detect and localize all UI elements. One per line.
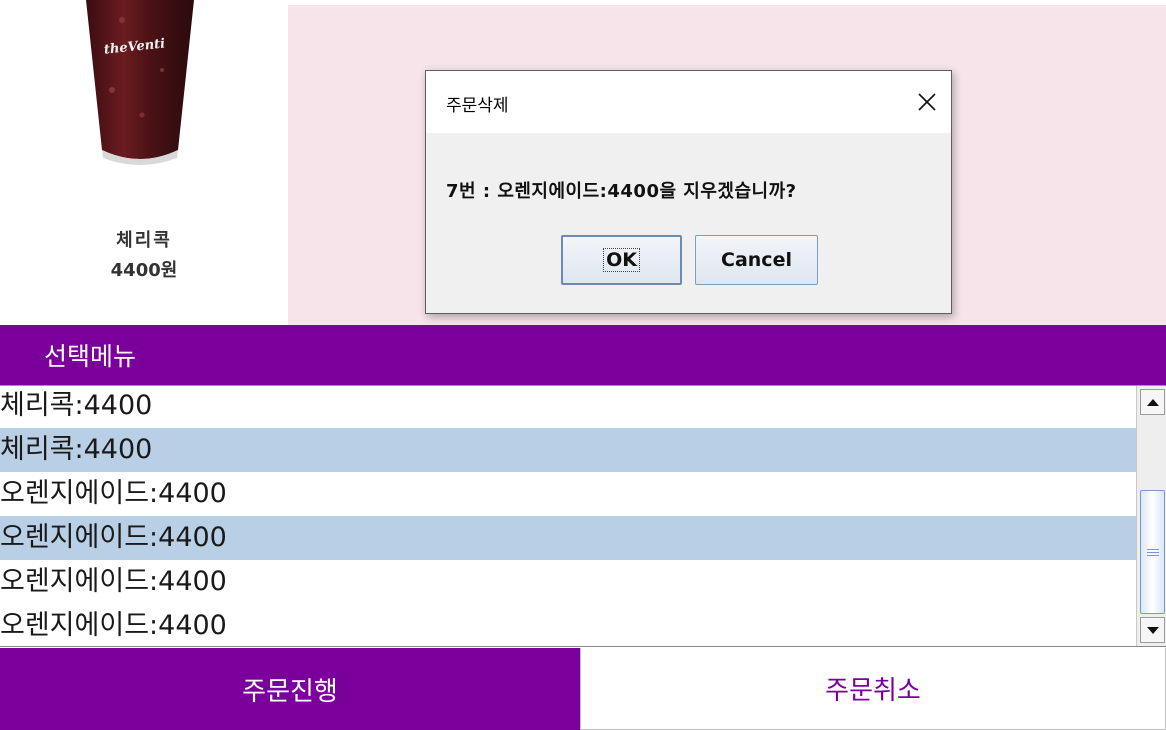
- list-item[interactable]: 체리콕:4400: [0, 386, 1136, 428]
- product-price: 4400원: [110, 260, 178, 281]
- product-name: 체리콕: [116, 230, 172, 251]
- dialog-titlebar[interactable]: 주문삭제: [426, 71, 951, 133]
- list-item[interactable]: 오렌지에이드:4400: [0, 560, 1136, 604]
- scroll-down-button[interactable]: [1140, 617, 1165, 643]
- scroll-up-button[interactable]: [1140, 389, 1165, 415]
- grip-icon: [1147, 552, 1159, 553]
- list-item[interactable]: 오렌지에이드:4400: [0, 604, 1136, 646]
- cancel-order-button[interactable]: 주문취소: [580, 648, 1166, 730]
- delete-order-dialog: 주문삭제 7번 : 오렌지에이드:4400을 지우겠습니까? OK Cancel: [425, 70, 952, 314]
- arrow-up-icon: [1147, 399, 1159, 406]
- list-item[interactable]: 체리콕:4400: [0, 428, 1136, 472]
- cancel-button[interactable]: Cancel: [695, 235, 818, 285]
- dialog-close-button[interactable]: [909, 85, 945, 119]
- order-list[interactable]: 체리콕:4400 체리콕:4400 오렌지에이드:4400 오렌지에이드:440…: [0, 385, 1166, 647]
- vertical-scrollbar[interactable]: [1136, 386, 1166, 646]
- grip-icon: [1147, 555, 1159, 556]
- arrow-down-icon: [1147, 627, 1159, 634]
- ok-button[interactable]: OK: [561, 235, 682, 285]
- proceed-order-button[interactable]: 주문진행: [0, 648, 580, 730]
- list-item[interactable]: 오렌지에이드:4400: [0, 516, 1136, 560]
- dialog-title: 주문삭제: [446, 96, 509, 116]
- list-item[interactable]: 오렌지에이드:4400: [0, 472, 1136, 516]
- selected-menu-title: 선택메뉴: [44, 342, 137, 371]
- dialog-message: 7번 : 오렌지에이드:4400을 지우겠습니까?: [446, 181, 797, 202]
- cherry-coke-image: theVenti: [86, 0, 194, 165]
- selected-menu-header: 선택메뉴: [0, 325, 1166, 385]
- product-card[interactable]: theVenti 체리콕 4400원: [0, 0, 288, 325]
- grip-icon: [1147, 549, 1159, 550]
- scroll-thumb[interactable]: [1140, 490, 1165, 614]
- ok-button-label: OK: [603, 248, 640, 272]
- close-icon: [918, 93, 936, 111]
